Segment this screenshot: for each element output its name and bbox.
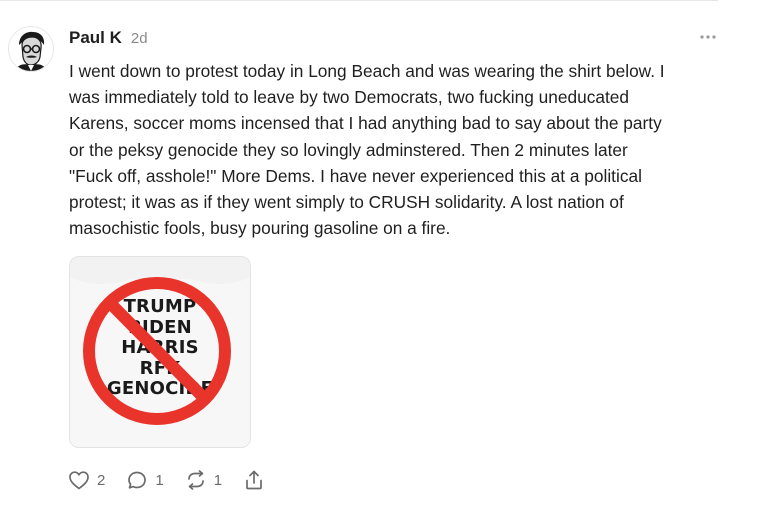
- top-divider: [0, 0, 718, 1]
- more-options-button[interactable]: [698, 29, 718, 45]
- reply-button[interactable]: 1: [125, 468, 164, 492]
- more-horizontal-icon: [700, 35, 716, 39]
- comment-body: I went down to protest today in Long Bea…: [69, 61, 665, 239]
- action-bar: 2 1 1: [67, 466, 286, 494]
- timestamp[interactable]: 2d: [131, 30, 148, 47]
- comment-icon: [128, 471, 147, 489]
- avatar-portrait-icon: [9, 27, 53, 71]
- attached-image[interactable]: TRUMP BIDEN HARRIS RFK GENOCIDE: [69, 256, 251, 448]
- comment-header: Paul K 2d: [69, 28, 148, 52]
- prohibition-sign-icon: [83, 277, 231, 425]
- share-icon: [246, 470, 262, 490]
- like-button[interactable]: 2: [67, 468, 105, 492]
- heart-icon: [69, 471, 89, 490]
- avatar[interactable]: [9, 27, 53, 71]
- reply-count: 1: [155, 471, 164, 489]
- like-count: 2: [97, 471, 106, 489]
- author-name[interactable]: Paul K: [69, 28, 122, 48]
- restack-count: 1: [213, 471, 223, 489]
- restack-icon: [187, 470, 204, 490]
- share-button[interactable]: [242, 468, 266, 492]
- restack-button[interactable]: 1: [184, 468, 222, 492]
